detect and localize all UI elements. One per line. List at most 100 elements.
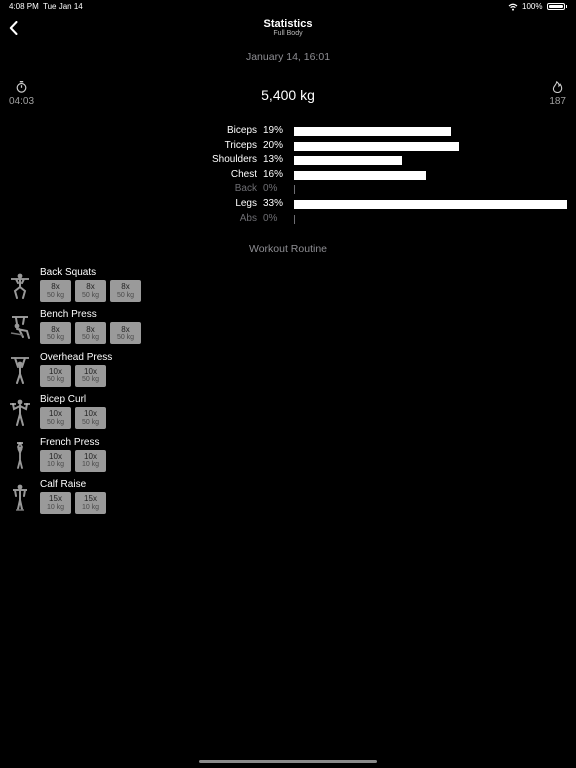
exercise-name: Overhead Press — [40, 351, 113, 363]
statistics-screen: 4:08 PM Tue Jan 14 100% Statistics Full … — [0, 0, 576, 768]
set-chip[interactable]: 15x 10 kg — [40, 492, 71, 514]
set-reps: 10x — [49, 409, 62, 419]
set-reps: 10x — [84, 366, 97, 376]
set-chip[interactable]: 8x 50 kg — [75, 322, 106, 345]
page-title: Statistics — [263, 18, 313, 30]
set-chip[interactable]: 10x 10 kg — [40, 449, 71, 472]
set-weight: 50 kg — [81, 418, 100, 426]
set-reps: 8x — [121, 324, 130, 334]
calories-value: 187 — [549, 96, 566, 107]
muscle-name: Biceps — [226, 125, 257, 136]
muscle-row-triceps: Triceps 20% — [0, 140, 576, 153]
set-weight: 10 kg — [46, 503, 65, 511]
set-chip[interactable]: 8x 50 kg — [110, 322, 141, 345]
exercise-item[interactable]: Overhead Press 10x 50 kg 10x 50 kg — [0, 352, 576, 392]
squat-figure-icon — [11, 273, 29, 299]
set-chip[interactable]: 15x 10 kg — [75, 492, 106, 514]
set-reps: 10x — [49, 451, 62, 461]
muscle-percent: 16% — [263, 168, 284, 180]
set-chip[interactable]: 10x 10 kg — [75, 449, 106, 472]
set-reps: 15x — [84, 494, 97, 504]
flame-icon — [552, 81, 563, 93]
exercise-sets: 15x 10 kg 15x 10 kg — [40, 492, 106, 514]
set-reps: 8x — [121, 282, 130, 292]
muscle-percent: 13% — [263, 154, 284, 166]
muscle-percent: 0% — [263, 183, 278, 195]
set-chip[interactable]: 8x 50 kg — [110, 280, 141, 302]
calf-raise-figure-icon — [13, 484, 27, 511]
set-chip[interactable]: 10x 50 kg — [75, 364, 106, 387]
exercise-sets: 10x 50 kg 10x 50 kg — [40, 407, 106, 430]
exercise-sets: 8x 50 kg 8x 50 kg 8x 50 kg — [40, 280, 141, 302]
set-weight: 50 kg — [81, 333, 100, 341]
exercise-sets: 10x 10 kg 10x 10 kg — [40, 449, 106, 472]
set-weight: 50 kg — [116, 333, 135, 341]
set-reps: 8x — [86, 282, 95, 292]
set-weight: 50 kg — [46, 376, 65, 384]
set-reps: 8x — [51, 324, 60, 334]
muscle-name: Chest — [230, 168, 257, 180]
muscle-row-shoulders: Shoulders 13% — [0, 154, 576, 167]
muscle-name: Abs — [239, 212, 257, 224]
status-date: Tue Jan 14 — [43, 2, 83, 11]
exercise-item[interactable]: Back Squats 8x 50 kg 8x 50 kg 8x 50 kg — [0, 267, 576, 307]
muscle-row-abs: Abs 0% — [0, 213, 576, 226]
muscle-percent: 19% — [263, 125, 284, 136]
page-subtitle: Full Body — [273, 30, 303, 37]
muscle-row-chest: Chest 16% — [0, 169, 576, 182]
exercise-sets: 10x 50 kg 10x 50 kg — [40, 364, 106, 387]
muscle-bar — [294, 141, 460, 151]
muscle-name: Legs — [235, 198, 257, 209]
set-weight: 50 kg — [81, 291, 100, 299]
set-weight: 10 kg — [81, 461, 100, 469]
set-chip[interactable]: 10x 50 kg — [75, 407, 106, 430]
exercise-item[interactable]: Calf Raise 15x 10 kg 15x 10 kg — [0, 479, 576, 519]
exercise-item[interactable]: Bicep Curl 10x 50 kg 10x 50 kg — [0, 394, 576, 434]
muscle-bar — [294, 200, 567, 209]
exercise-item[interactable]: French Press 10x 10 kg 10x 10 kg — [0, 437, 576, 477]
muscle-bar — [294, 185, 295, 195]
muscle-bar — [294, 170, 427, 180]
muscle-name: Triceps — [224, 139, 257, 151]
muscle-row-biceps: Biceps 19% — [0, 125, 576, 138]
set-reps: 10x — [84, 409, 97, 419]
set-chip[interactable]: 8x 50 kg — [75, 280, 106, 302]
exercise-name: Bench Press — [40, 309, 97, 321]
muscle-row-back: Back 0% — [0, 183, 576, 196]
bicep-curl-figure-icon — [10, 399, 30, 427]
battery-cap — [565, 5, 567, 8]
set-weight: 50 kg — [116, 291, 135, 299]
battery-icon — [546, 3, 565, 10]
exercise-sets: 8x 50 kg 8x 50 kg 8x 50 kg — [40, 322, 141, 345]
status-indicators: 100% — [508, 2, 567, 11]
overhead-press-figure-icon — [11, 356, 29, 384]
exercise-name: Bicep Curl — [40, 394, 87, 406]
routine-title: Workout Routine — [248, 243, 327, 255]
exercise-item[interactable]: Bench Press 8x 50 kg 8x 50 kg 8x 50 kg — [0, 309, 576, 349]
set-weight: 50 kg — [81, 376, 100, 384]
set-chip[interactable]: 10x 50 kg — [40, 364, 71, 387]
set-weight: 50 kg — [46, 333, 65, 341]
status-time: 4:08 PM — [9, 2, 39, 11]
session-date: January 14, 16:01 — [245, 51, 331, 63]
set-reps: 8x — [51, 282, 60, 292]
set-weight: 10 kg — [81, 503, 100, 511]
muscle-percent: 0% — [263, 212, 278, 224]
battery-percent: 100% — [522, 2, 543, 11]
muscle-bar — [294, 156, 402, 166]
muscle-name: Shoulders — [211, 154, 257, 166]
bench-press-figure-icon — [10, 316, 30, 340]
home-indicator[interactable] — [199, 760, 377, 763]
muscle-bar — [294, 127, 452, 136]
set-chip[interactable]: 10x 50 kg — [40, 407, 71, 430]
set-reps: 10x — [84, 451, 97, 461]
set-reps: 15x — [49, 494, 62, 504]
set-weight: 50 kg — [46, 291, 65, 299]
set-chip[interactable]: 8x 50 kg — [40, 280, 71, 302]
set-reps: 10x — [49, 366, 62, 376]
set-chip[interactable]: 8x 50 kg — [40, 322, 71, 345]
muscle-bar — [294, 214, 295, 224]
muscle-percent: 33% — [263, 198, 284, 209]
french-press-figure-icon — [17, 441, 23, 469]
exercise-name: French Press — [40, 436, 100, 448]
